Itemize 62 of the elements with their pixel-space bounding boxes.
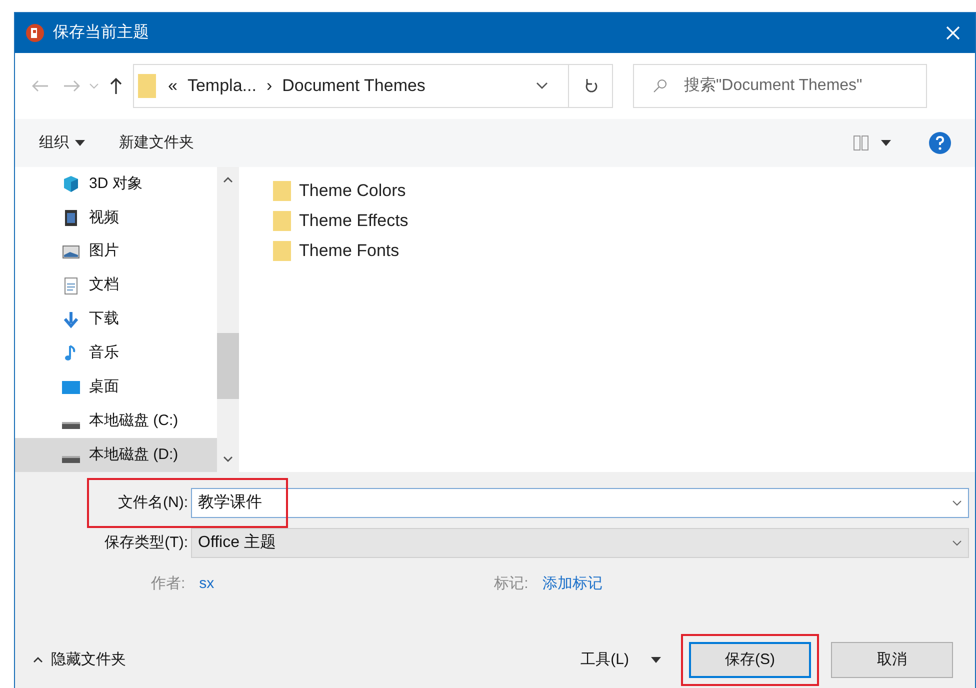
folder-icon bbox=[273, 180, 291, 202]
breadcrumb-separator: Document Themes bbox=[282, 75, 426, 98]
caret-icon bbox=[89, 83, 99, 89]
cube-icon bbox=[61, 174, 81, 194]
scrollbar[interactable] bbox=[217, 167, 239, 472]
search-icon bbox=[653, 79, 667, 93]
dropdown-caret-icon bbox=[952, 540, 962, 546]
sidebar-item[interactable]: 下载 bbox=[15, 302, 217, 336]
view-options-icon bbox=[853, 135, 869, 151]
back-arrow-icon bbox=[31, 79, 49, 93]
filename-field[interactable]: 教学课件 bbox=[191, 488, 969, 518]
address-bar[interactable]: « Templa... › Document Themes bbox=[133, 64, 613, 108]
dropdown-caret-icon bbox=[952, 500, 962, 506]
sidebar-item[interactable]: 图片 bbox=[15, 234, 217, 269]
app-icon bbox=[25, 23, 45, 43]
folder-icon bbox=[273, 210, 291, 232]
new-folder-button[interactable]: 新建文件夹 bbox=[119, 132, 194, 154]
dropdown-caret-icon bbox=[536, 82, 548, 90]
sidebar-item[interactable]: 3D 对象 bbox=[15, 167, 217, 201]
close-icon bbox=[945, 25, 961, 41]
forward-arrow-icon bbox=[63, 79, 81, 93]
folder-icon bbox=[138, 72, 156, 100]
tags-link[interactable]: 添加标记 bbox=[542, 572, 602, 596]
organize-menu[interactable]: 组织 bbox=[39, 132, 85, 154]
folder-item[interactable]: Theme Fonts bbox=[273, 236, 975, 266]
caret-up-icon bbox=[33, 657, 43, 663]
folder-icon bbox=[273, 240, 291, 262]
cancel-button[interactable]: 取消 bbox=[831, 642, 953, 678]
sidebar-item[interactable]: 本地磁盘 (C:) bbox=[15, 404, 217, 438]
scroll-down-icon bbox=[223, 456, 233, 462]
meta-label: 作者: bbox=[151, 574, 186, 594]
refresh-icon bbox=[584, 78, 598, 94]
sidebar-item[interactable]: 文档 bbox=[15, 268, 217, 303]
drive-icon bbox=[62, 422, 80, 429]
save-button[interactable]: 保存(S) bbox=[689, 642, 811, 678]
drive-icon bbox=[62, 456, 80, 463]
scroll-up-icon bbox=[223, 177, 233, 183]
down-arrow-icon bbox=[61, 310, 81, 330]
sidebar-item[interactable]: 桌面 bbox=[15, 370, 217, 404]
search-field[interactable]: 搜索"Document Themes" bbox=[633, 64, 927, 108]
folder-item[interactable]: Theme Colors bbox=[273, 176, 975, 206]
sidebar-item[interactable]: 音乐 bbox=[15, 336, 217, 370]
caret-icon bbox=[75, 140, 85, 146]
scrollbar-thumb[interactable] bbox=[217, 333, 239, 399]
help-icon bbox=[929, 132, 951, 154]
field-label: 文件名(N): bbox=[117, 492, 189, 513]
sidebar-item[interactable]: 视频 bbox=[15, 200, 217, 235]
file-type-dropdown[interactable]: Office 主题 bbox=[191, 528, 969, 558]
hide-folders-button[interactable]: 隐藏文件夹 bbox=[33, 648, 126, 672]
up-arrow-icon bbox=[109, 77, 123, 95]
caret-icon bbox=[881, 140, 891, 146]
meta-label: 标记: bbox=[494, 574, 528, 594]
window-title: 保存当前主题 bbox=[53, 22, 149, 43]
breadcrumb-separator: Templa... bbox=[187, 75, 256, 98]
field-label: 保存类型(T): bbox=[104, 532, 189, 553]
tools-menu[interactable]: 工具(L) bbox=[580, 648, 661, 672]
folder-item[interactable]: Theme Effects bbox=[273, 206, 975, 236]
caret-icon bbox=[651, 657, 661, 663]
breadcrumb[interactable]: › bbox=[266, 73, 272, 99]
breadcrumb[interactable]: « bbox=[168, 73, 178, 99]
sidebar-item[interactable]: 本地磁盘 (D:) bbox=[15, 438, 217, 472]
author-value: sx bbox=[199, 574, 214, 594]
